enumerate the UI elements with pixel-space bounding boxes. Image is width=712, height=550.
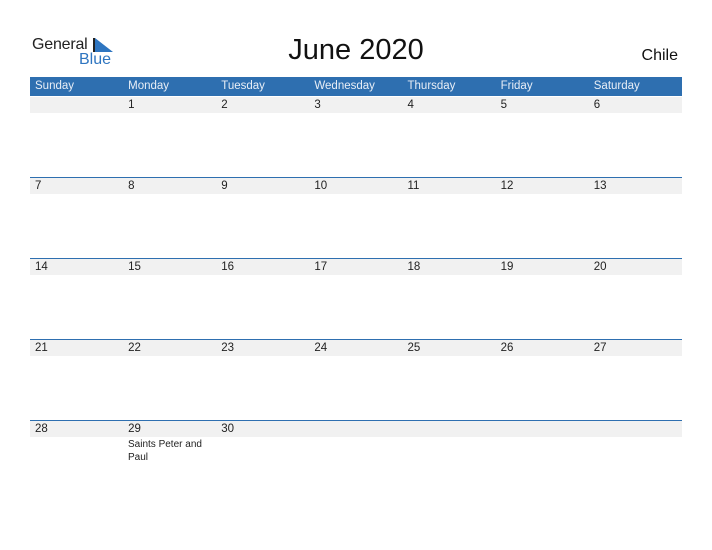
day-cell: 28 xyxy=(35,423,48,435)
day-cell: 15 xyxy=(128,261,141,273)
day-cell: 6 xyxy=(593,99,601,111)
country-label: Chile xyxy=(641,47,678,64)
day-cell: 1 xyxy=(128,99,135,111)
day-cell: 23 xyxy=(221,342,235,354)
day-cell: 24 xyxy=(314,342,328,354)
day-cell: 17 xyxy=(314,261,328,273)
day-cell: 3 xyxy=(314,99,321,111)
weekday-thursday: Thursday xyxy=(407,80,456,92)
weekday-wednesday: Wednesday xyxy=(314,80,375,92)
weekday-friday: Friday xyxy=(500,80,533,92)
day-cell: 12 xyxy=(500,180,514,192)
day-cell: 18 xyxy=(407,261,421,273)
day-cell: 21 xyxy=(35,342,48,354)
date-band: 7 8 9 10 11 12 13 xyxy=(30,178,682,194)
day-cell: 11 xyxy=(407,180,420,192)
day-cell: 9 xyxy=(221,180,228,192)
day-cell xyxy=(403,421,496,437)
day-cell: 22 xyxy=(128,342,141,354)
day-cell xyxy=(496,421,589,437)
day-cell: 2 xyxy=(221,99,228,111)
day-cell: 25 xyxy=(407,342,421,354)
holiday-label: Saints Peter and Paul xyxy=(128,439,202,463)
day-cell: 13 xyxy=(593,180,607,192)
day-cell: 14 xyxy=(35,261,48,273)
day-cell: 16 xyxy=(221,261,235,273)
weekday-tuesday: Tuesday xyxy=(221,80,265,92)
date-band: 21 22 23 24 25 26 27 xyxy=(30,340,682,356)
weekday-header: Sunday Monday Tuesday Wednesday Thursday… xyxy=(30,77,682,96)
weekday-monday: Monday xyxy=(128,80,170,92)
day-cell: 29 xyxy=(128,423,141,435)
date-band: 28 29 30 xyxy=(30,421,682,437)
day-cell: 26 xyxy=(500,342,514,354)
day-cell: 4 xyxy=(407,99,414,111)
weekday-saturday: Saturday xyxy=(593,80,640,92)
day-cell xyxy=(30,97,123,113)
day-cell: 7 xyxy=(35,180,42,192)
date-band: 1 2 3 4 5 6 xyxy=(30,97,682,113)
day-cell xyxy=(309,421,402,437)
day-cell xyxy=(589,421,682,437)
day-cell: 20 xyxy=(593,261,607,273)
day-cell: 5 xyxy=(500,99,508,111)
day-cell: 19 xyxy=(500,261,514,273)
day-cell: 10 xyxy=(314,180,328,192)
day-cell: 30 xyxy=(221,423,235,435)
page-title: June 2020 xyxy=(288,34,424,66)
date-band: 14 15 16 17 18 19 20 xyxy=(30,259,682,275)
day-cell: 27 xyxy=(593,342,607,354)
weekday-sunday: Sunday xyxy=(35,80,75,92)
day-cell: 8 xyxy=(128,180,135,192)
